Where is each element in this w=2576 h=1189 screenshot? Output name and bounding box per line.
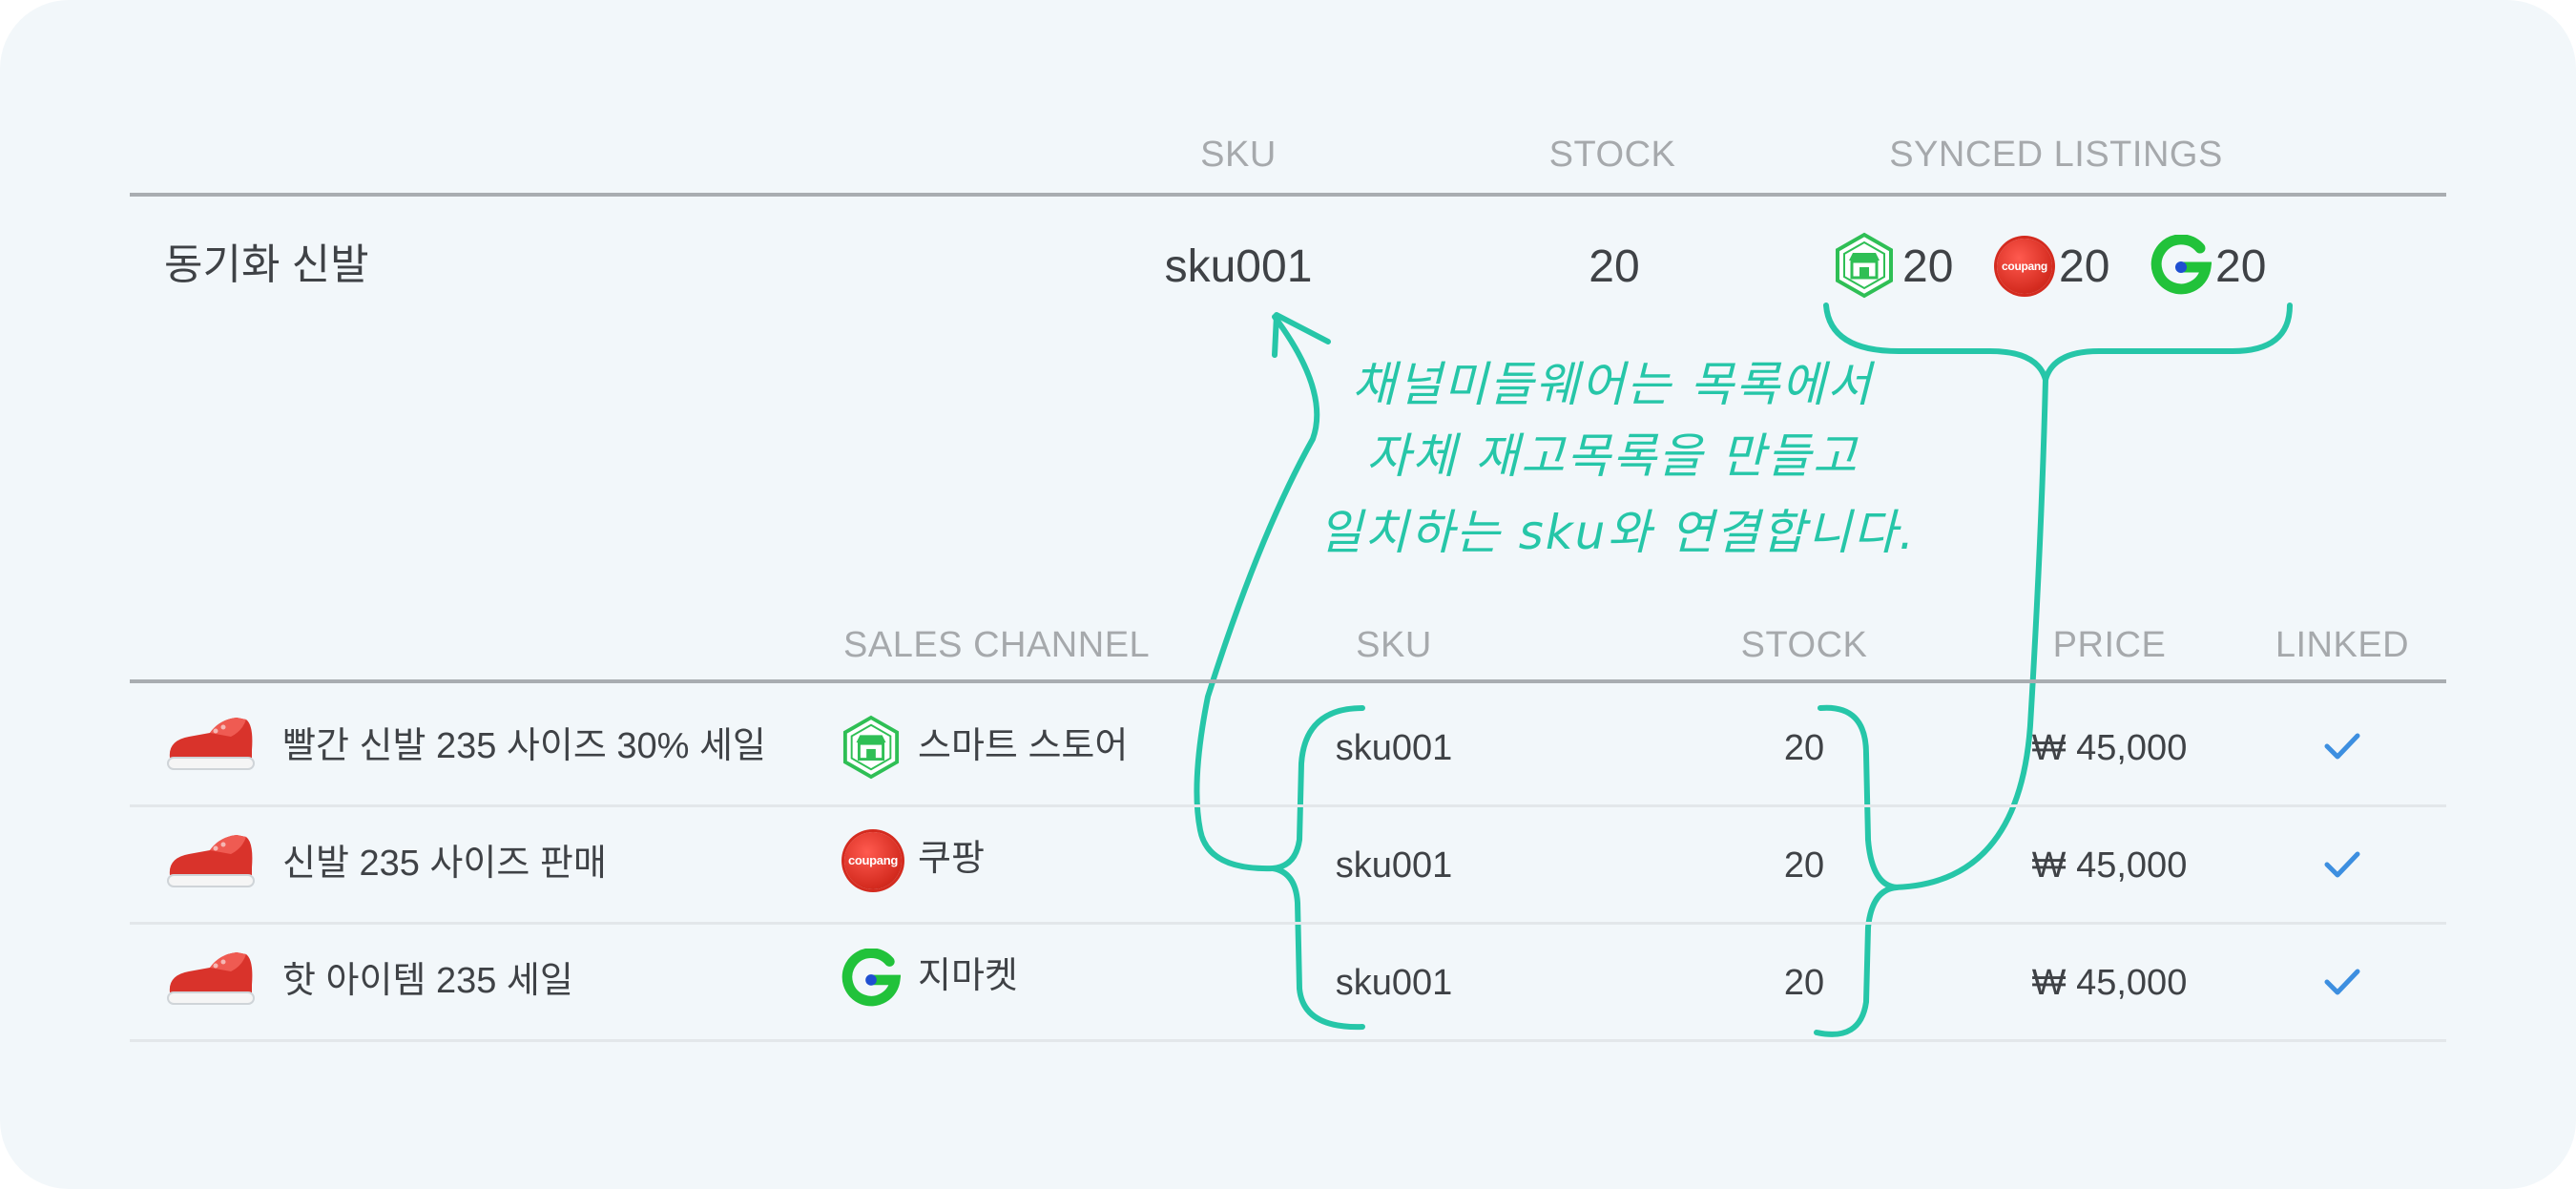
coupang-icon: coupang	[844, 832, 902, 889]
synced-listings-brace	[1823, 302, 2293, 383]
listings-header-stock: STOCK	[1740, 625, 1868, 665]
row-divider	[130, 804, 2446, 807]
listing-price: ₩ 45,000	[2031, 845, 2188, 886]
row-divider	[130, 1039, 2446, 1042]
listing-stock: 20	[1783, 845, 1825, 886]
listing-price: ₩ 45,000	[2031, 728, 2188, 768]
inventory-sync-card: SKU STOCK SYNCED LISTINGS 동기화 신발 sku001 …	[0, 0, 2576, 1189]
listing-title: 신발 235 사이즈 판매	[282, 844, 607, 884]
brace-to-stock-connector	[1886, 377, 2048, 890]
annotation-line-2: 자체 재고목록을 만들고	[1366, 428, 1859, 484]
listing-title: 핫 아이템 235 세일	[282, 961, 573, 1001]
listings-header-sku: SKU	[1356, 625, 1432, 665]
annotation-line-1: 채널미들웨어는 목록에서	[1352, 357, 1873, 412]
listing-price: ₩ 45,000	[2031, 963, 2188, 1003]
channel-name: 스마트 스토어	[918, 726, 1129, 766]
listings-header-price: PRICE	[2052, 625, 2167, 665]
annotation-strokes	[1194, 302, 2293, 1037]
channel-name: 쿠팡	[918, 839, 985, 879]
listings-header-rule	[130, 679, 2446, 683]
red-sneaker-icon	[167, 835, 255, 887]
listing-sku: sku001	[1335, 728, 1453, 768]
row-divider	[130, 922, 2446, 925]
listing-stock-brace	[1814, 704, 1900, 1037]
channel-name: 지마켓	[918, 956, 1018, 996]
check-icon	[2324, 733, 2360, 760]
listing-stock: 20	[1783, 963, 1825, 1003]
listings-header-sales-channel: SALES CHANNEL	[843, 625, 1151, 665]
listing-stock: 20	[1783, 728, 1825, 768]
listings-header-linked: LINKED	[2275, 625, 2410, 665]
gmarket-icon	[841, 949, 901, 1007]
listing-sku: sku001	[1335, 963, 1453, 1003]
check-icon	[2324, 969, 2360, 995]
check-icon	[2324, 851, 2360, 878]
listing-title: 빨간 신발 235 사이즈 30% 세일	[282, 726, 766, 766]
red-sneaker-icon	[167, 718, 255, 770]
sku-arrow-head	[1272, 312, 1331, 358]
annotation-line-3: 일치하는 sku와 연결합니다.	[1318, 505, 1917, 560]
listing-sku: sku001	[1335, 845, 1453, 886]
smartstore-icon	[842, 715, 900, 780]
red-sneaker-icon	[167, 952, 255, 1005]
